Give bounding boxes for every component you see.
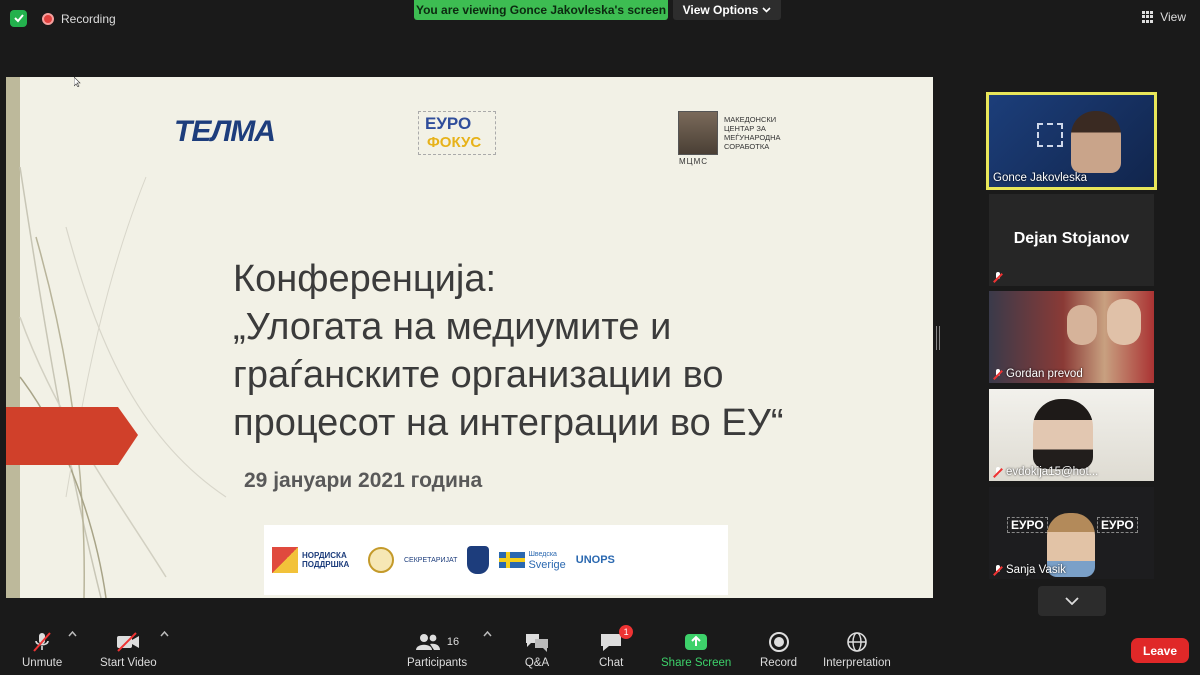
mcms-emblem-icon: МЦМС <box>678 111 718 166</box>
leave-button[interactable]: Leave <box>1131 638 1189 663</box>
interpretation-button[interactable]: Interpretation <box>823 631 891 669</box>
zoom-meeting-window: Recording You are viewing Gonce Jakovles… <box>0 0 1200 675</box>
mcms-name: Македонски центар за меѓународна соработ… <box>724 115 781 151</box>
qa-label: Q&A <box>524 657 550 669</box>
qa-bubbles-icon <box>526 634 548 652</box>
participant-video <box>1067 305 1097 345</box>
participant-video <box>1033 399 1093 469</box>
participant-tile[interactable]: Gonce Jakovleska <box>986 92 1157 190</box>
sweden-label: Sverige <box>528 559 566 571</box>
meeting-toolbar: Unmute Start Video 16 Participants Q&A 1… <box>0 623 1200 675</box>
globe-icon <box>847 632 867 652</box>
chat-label: Chat <box>599 657 624 669</box>
view-layout-button[interactable]: View <box>1138 8 1190 26</box>
slide-title: Конференција: „Улогата на медиумите и гр… <box>233 258 784 444</box>
eurofokus-logo: ЕУРО ФОКУС <box>418 111 496 155</box>
slide-date: 29 јануари 2021 година <box>244 469 483 492</box>
record-button[interactable]: Record <box>760 631 797 669</box>
eurofokus-background-logo <box>1037 123 1063 147</box>
audio-options-caret-icon[interactable] <box>68 631 77 637</box>
secretariat-logo: СЕКРЕТАРИЈАТ <box>404 556 458 564</box>
grid-icon <box>1142 11 1154 23</box>
chat-unread-badge: 1 <box>619 625 634 639</box>
interpretation-label: Interpretation <box>823 657 891 669</box>
start-video-button[interactable]: Start Video <box>100 631 157 669</box>
video-options-caret-icon[interactable] <box>160 631 169 637</box>
chat-button[interactable]: 1 Chat <box>599 625 634 669</box>
view-options-button[interactable]: View Options <box>673 0 781 20</box>
norway-embassy-crest-icon <box>467 546 490 574</box>
mic-muted-icon <box>993 272 1003 283</box>
recording-label: Recording <box>61 12 116 26</box>
share-screen-label: Share Screen <box>661 657 732 669</box>
participant-video <box>1107 299 1141 345</box>
mic-muted-icon <box>33 632 51 652</box>
eurofokus-logo-bottom: ФОКУС <box>427 134 482 151</box>
chevron-down-icon <box>762 7 771 13</box>
participants-options-caret-icon[interactable] <box>483 631 492 637</box>
eurofokus-logo-top: ЕУРО <box>425 114 472 133</box>
qa-button[interactable]: Q&A <box>524 631 550 669</box>
mic-muted-icon <box>993 368 1003 380</box>
mcms-logo: МЦМС Македонски центар за меѓународна со… <box>678 111 804 166</box>
participants-count: 16 <box>446 636 460 648</box>
mcms-abbr: МЦМС <box>679 157 709 166</box>
participant-name: Gordan prevod <box>1006 368 1083 380</box>
participant-tile[interactable]: Gordan prevod <box>989 291 1154 383</box>
mic-muted-icon <box>993 466 1003 478</box>
video-off-icon <box>117 632 140 652</box>
eurofokus-background-logo: ЕУРО <box>1097 517 1138 533</box>
participant-video <box>1071 111 1121 173</box>
sweden-sverige-logo: Шведска Sverige <box>499 550 566 571</box>
sponsor-logos-strip: НОРДИСКА ПОДДРШКА СЕКРЕТАРИЈАТ Шведска Sv… <box>264 525 728 595</box>
recording-indicator[interactable]: Recording <box>42 12 116 26</box>
telma-logo: ТЕЛМА <box>174 115 276 148</box>
nordic-support-logo: НОРДИСКА ПОДДРШКА <box>272 547 358 573</box>
start-video-label: Start Video <box>100 657 157 669</box>
unops-logo: UNOPS <box>575 554 615 566</box>
shared-screen-slide: ТЕЛМА ЕУРО ФОКУС МЦМС Македонски центар … <box>6 77 933 598</box>
encryption-shield-icon[interactable] <box>10 10 27 27</box>
share-screen-button[interactable]: Share Screen <box>661 631 731 669</box>
participant-name-display: Dejan Stojanov <box>1013 230 1130 247</box>
record-label: Record <box>760 657 798 669</box>
unmute-label: Unmute <box>22 657 63 669</box>
participant-tile[interactable]: evdokija15@hot... <box>989 389 1154 481</box>
view-label: View <box>1160 10 1186 24</box>
sweden-flag-icon <box>499 552 526 568</box>
share-screen-icon <box>685 634 708 650</box>
slide-decorative-lines <box>6 166 227 598</box>
participants-label: Participants <box>407 657 468 669</box>
participant-name: Sanja Vasik <box>1006 564 1066 576</box>
mouse-cursor-icon <box>74 77 81 87</box>
chevron-down-icon <box>1065 597 1079 605</box>
record-icon <box>768 632 789 652</box>
nordic-arrow-icon <box>272 547 298 573</box>
participants-scroll-down-button[interactable] <box>1038 586 1106 616</box>
participant-name: evdokija15@hot... <box>1006 466 1099 478</box>
panel-splitter-handle[interactable] <box>936 326 940 350</box>
participants-icon <box>415 634 440 650</box>
participant-name: Gonce Jakovleska <box>993 172 1087 184</box>
unmute-button[interactable]: Unmute <box>22 631 62 669</box>
recording-dot-icon <box>42 13 54 25</box>
government-seal-icon <box>368 547 394 573</box>
viewing-screen-banner: You are viewing Gonce Jakovleska's scree… <box>414 0 668 20</box>
participants-button[interactable]: 16 Participants <box>407 631 467 669</box>
mic-muted-icon <box>993 564 1003 576</box>
participant-tile[interactable]: Dejan Stojanov <box>989 194 1154 286</box>
nordic-support-text: НОРДИСКА ПОДДРШКА <box>302 551 350 569</box>
eurofokus-background-logo: ЕУРО <box>1007 517 1048 533</box>
participant-tile[interactable]: ЕУРО ЕУРО Sanja Vasik <box>989 487 1154 579</box>
view-options-label: View Options <box>682 3 759 17</box>
